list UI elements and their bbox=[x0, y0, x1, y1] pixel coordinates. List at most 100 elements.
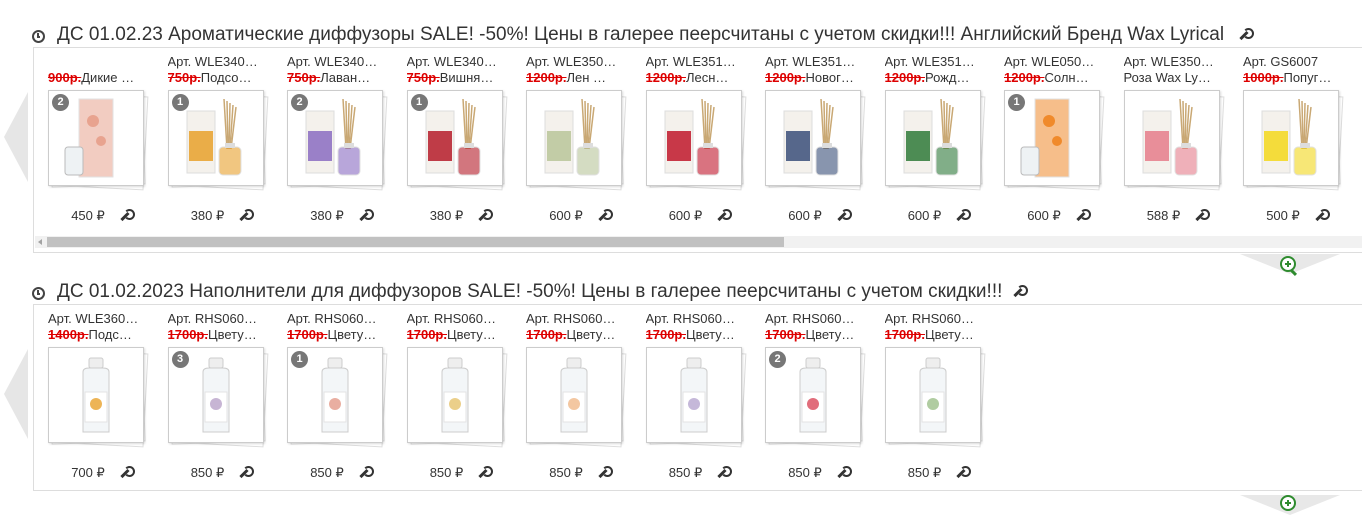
gallery-title[interactable]: ДС 01.02.23 Ароматические диффузоры SALE… bbox=[57, 24, 1224, 46]
thumbnail-stack[interactable] bbox=[884, 90, 985, 191]
gallery-item[interactable]: Арт. WLE340… 750р.Вишня… 1 380 ₽ bbox=[406, 54, 519, 234]
product-thumbnail[interactable] bbox=[526, 347, 622, 443]
thumbnail-stack[interactable] bbox=[406, 347, 507, 448]
product-thumbnail[interactable] bbox=[884, 347, 981, 443]
thumbnail-stack[interactable] bbox=[645, 347, 746, 448]
thumbnail-stack[interactable]: 2 bbox=[287, 90, 388, 191]
product-thumbnail[interactable] bbox=[1243, 90, 1339, 186]
thumbnail-stack[interactable]: 1 bbox=[167, 90, 268, 191]
old-price: 1200р. bbox=[1004, 70, 1045, 85]
product-thumbnail[interactable] bbox=[526, 90, 622, 186]
item-name: Лаван… bbox=[320, 70, 371, 85]
product-image bbox=[903, 98, 958, 176]
wrench-icon[interactable] bbox=[718, 209, 733, 223]
gallery-item[interactable]: 900р.Дикие … 2 450 ₽ bbox=[48, 54, 160, 234]
thumbnail-stack[interactable]: 1 bbox=[1004, 90, 1105, 191]
old-price: 750р. bbox=[406, 70, 440, 85]
gallery-item[interactable]: Арт. RHS060… 1700р.Цвету… 850 ₽ bbox=[884, 311, 997, 491]
gallery-item[interactable]: Арт. WLE351… 1200р.Лесн… 600 ₽ bbox=[645, 54, 758, 234]
gallery-item[interactable]: Арт. WLE350… 1200р.Лен … 600 ₽ bbox=[526, 54, 638, 234]
product-thumbnail[interactable] bbox=[48, 347, 144, 443]
item-name: Вишня… bbox=[439, 70, 494, 85]
wrench-icon[interactable] bbox=[479, 209, 494, 223]
product-thumbnail[interactable] bbox=[884, 90, 981, 186]
product-thumbnail[interactable] bbox=[406, 347, 503, 443]
wrench-icon[interactable] bbox=[479, 466, 494, 480]
thumbnail-stack[interactable] bbox=[765, 90, 866, 191]
thumbnail-stack[interactable] bbox=[1243, 90, 1344, 191]
thumbnail-stack[interactable]: 2 bbox=[765, 347, 866, 448]
gallery-item[interactable]: Арт. RHS060… 1700р.Цвету… 850 ₽ bbox=[645, 311, 758, 491]
wrench-icon[interactable] bbox=[240, 466, 255, 480]
wrench-icon[interactable] bbox=[957, 466, 972, 480]
item-name-line: 1700р.Цвету… bbox=[168, 327, 280, 343]
thumbnail-stack[interactable]: 2 bbox=[48, 90, 149, 191]
gallery-item[interactable]: Арт. GS6007 1000р.Попуг… 500 ₽ bbox=[1243, 54, 1355, 234]
gallery-title[interactable]: ДС 01.02.2023 Наполнители для диффузоров… bbox=[57, 281, 1002, 303]
wrench-icon[interactable] bbox=[1077, 209, 1091, 223]
wrench-icon[interactable] bbox=[360, 466, 374, 480]
gallery-item[interactable]: Арт. WLE050… 1200р.Солн… 1 600 ₽ bbox=[1004, 54, 1116, 234]
item-price: 700 ₽ bbox=[71, 465, 105, 480]
gallery-item[interactable]: Арт. WLE351… 1200р.Рожд… 600 ₽ bbox=[884, 54, 997, 234]
gallery-item[interactable]: Арт. RHS060… 1700р.Цвету… 3 850 ₽ bbox=[167, 311, 280, 491]
thumbnail-stack[interactable]: 3 bbox=[167, 347, 268, 448]
thumbnail-stack[interactable] bbox=[526, 90, 627, 191]
gallery-item[interactable]: Арт. RHS060… 1700р.Цвету… 2 850 ₽ bbox=[765, 311, 877, 491]
wrench-icon[interactable] bbox=[240, 209, 255, 223]
thumbnail-stack[interactable] bbox=[645, 90, 746, 191]
gallery-expand-toggle[interactable] bbox=[1240, 254, 1340, 277]
scroll-left-arrow-icon[interactable] bbox=[38, 239, 42, 245]
price-row: 380 ₽ bbox=[287, 208, 397, 224]
gallery-item[interactable]: Арт. WLE360… 1400р.Подс… 700 ₽ bbox=[48, 311, 160, 491]
thumbnail-stack[interactable]: 1 bbox=[406, 90, 507, 191]
gallery-prev-arrow[interactable] bbox=[4, 92, 28, 182]
item-name-line: 1400р.Подс… bbox=[48, 327, 160, 343]
item-name-line: 1200р.Рожд… bbox=[885, 70, 997, 86]
product-image bbox=[82, 357, 110, 433]
wrench-icon[interactable] bbox=[1240, 28, 1255, 42]
wrench-icon[interactable] bbox=[121, 209, 135, 223]
gallery-item[interactable]: Арт. RHS060… 1700р.Цвету… 1 850 ₽ bbox=[287, 311, 399, 491]
scrollbar-thumb[interactable] bbox=[47, 237, 784, 247]
product-thumbnail[interactable] bbox=[765, 90, 861, 186]
wrench-icon[interactable] bbox=[838, 466, 852, 480]
wrench-icon[interactable] bbox=[1196, 209, 1211, 223]
gallery-item[interactable]: Арт. WLE350… Роза Wax Ly… 588 ₽ bbox=[1123, 54, 1236, 234]
item-price: 850 ₽ bbox=[310, 465, 344, 480]
thumbnail-stack[interactable]: 1 bbox=[287, 347, 388, 448]
item-price: 600 ₽ bbox=[1027, 208, 1061, 223]
item-name: Роза Wax Ly… bbox=[1123, 70, 1211, 85]
gallery-prev-arrow[interactable] bbox=[4, 349, 28, 439]
product-image bbox=[560, 357, 588, 433]
product-image bbox=[1142, 98, 1197, 176]
price-row: 600 ₽ bbox=[885, 208, 995, 224]
gallery-item[interactable]: Арт. WLE340… 750р.Лаван… 2 380 ₽ bbox=[287, 54, 399, 234]
wrench-icon[interactable] bbox=[121, 466, 135, 480]
wrench-icon[interactable] bbox=[718, 466, 733, 480]
product-thumbnail[interactable] bbox=[645, 347, 742, 443]
gallery-item[interactable]: Арт. RHS060… 1700р.Цвету… 850 ₽ bbox=[526, 311, 638, 491]
thumbnail-stack[interactable] bbox=[48, 347, 149, 448]
product-thumbnail[interactable] bbox=[1123, 90, 1220, 186]
item-name-line: 1700р.Цвету… bbox=[526, 327, 638, 343]
wrench-icon[interactable] bbox=[838, 209, 852, 223]
wrench-icon[interactable] bbox=[1316, 209, 1330, 223]
thumbnail-stack[interactable] bbox=[526, 347, 627, 448]
gallery-item[interactable]: Арт. RHS060… 1700р.Цвету… 850 ₽ bbox=[406, 311, 519, 491]
gallery-expand-toggle[interactable] bbox=[1240, 495, 1340, 515]
wrench-icon[interactable] bbox=[599, 466, 613, 480]
gallery-item[interactable]: Арт. WLE340… 750р.Подсо… 1 380 ₽ bbox=[167, 54, 280, 234]
horizontal-scrollbar[interactable] bbox=[35, 236, 1362, 248]
gallery-item[interactable]: Арт. WLE351… 1200р.Новог… 600 ₽ bbox=[765, 54, 877, 234]
item-article bbox=[48, 54, 160, 70]
item-name-line: 1000р.Попуг… bbox=[1243, 70, 1355, 86]
thumbnail-stack[interactable] bbox=[884, 347, 985, 448]
wrench-icon[interactable] bbox=[1014, 285, 1029, 299]
wrench-icon[interactable] bbox=[599, 209, 613, 223]
thumbnail-stack[interactable] bbox=[1123, 90, 1224, 191]
wrench-icon[interactable] bbox=[360, 209, 374, 223]
item-price: 380 ₽ bbox=[429, 208, 464, 223]
product-thumbnail[interactable] bbox=[645, 90, 742, 186]
wrench-icon[interactable] bbox=[957, 209, 972, 223]
